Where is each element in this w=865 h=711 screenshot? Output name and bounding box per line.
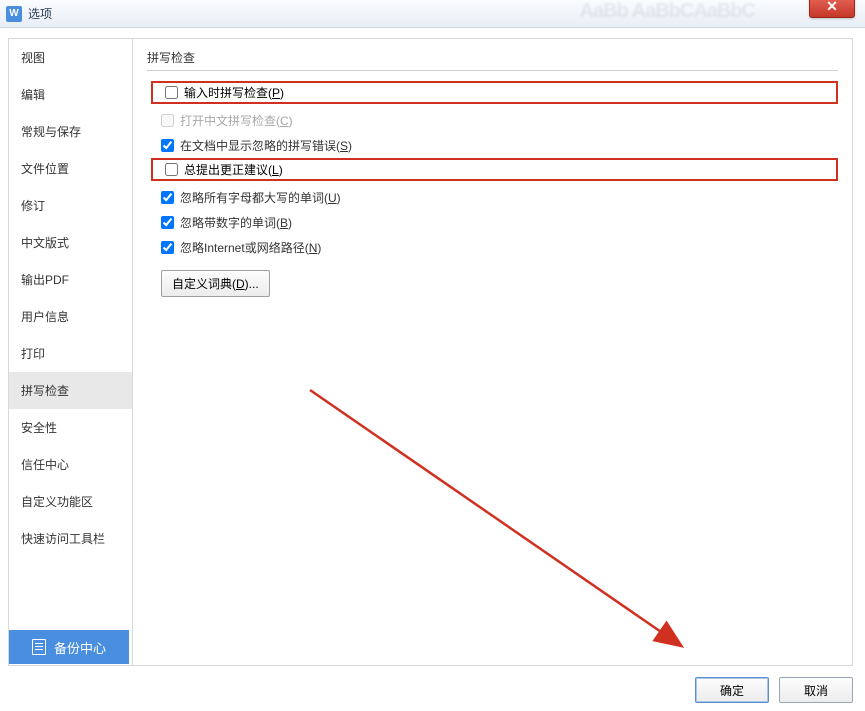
sidebar-item[interactable]: 常规与保存 xyxy=(9,113,132,150)
custom-dict-key: D xyxy=(236,277,245,291)
sidebar-item[interactable]: 打印 xyxy=(9,335,132,372)
sidebar-item[interactable]: 信任中心 xyxy=(9,446,132,483)
option-row: 总提出更正建议(L) xyxy=(151,158,838,181)
close-icon: ✕ xyxy=(826,0,838,15)
document-icon xyxy=(32,639,46,655)
option-checkbox[interactable] xyxy=(165,163,178,176)
sidebar-item[interactable]: 拼写检查 xyxy=(9,372,132,409)
option-label: 打开中文拼写检查(C) xyxy=(180,112,293,129)
option-checkbox[interactable] xyxy=(165,86,178,99)
background-style-text: AaBb AaBbCAaBbC xyxy=(580,0,755,23)
option-checkbox[interactable] xyxy=(161,216,174,229)
group-divider xyxy=(147,70,838,71)
option-label: 忽略带数字的单词(B) xyxy=(180,214,292,231)
options-list: 输入时拼写检查(P) 打开中文拼写检查(C) 在文档中显示忽略的拼写错误(S) 总提出… xyxy=(147,81,838,260)
option-row: 输入时拼写检查(P) xyxy=(151,81,838,104)
dialog-footer: 确定 取消 xyxy=(695,677,853,703)
option-row: 在文档中显示忽略的拼写错误(S) xyxy=(147,133,838,158)
sidebar-item[interactable]: 中文版式 xyxy=(9,224,132,261)
custom-dict-suffix: )... xyxy=(245,277,259,291)
backup-label: 备份中心 xyxy=(54,638,106,657)
sidebar-item[interactable]: 快速访问工具栏 xyxy=(9,520,132,557)
sidebar-item[interactable]: 安全性 xyxy=(9,409,132,446)
group-title: 拼写检查 xyxy=(147,49,838,66)
ok-button[interactable]: 确定 xyxy=(695,677,769,703)
option-checkbox[interactable] xyxy=(161,139,174,152)
sidebar-item[interactable]: 用户信息 xyxy=(9,298,132,335)
option-checkbox[interactable] xyxy=(161,241,174,254)
custom-dict-label: 自定义词典( xyxy=(172,277,236,291)
dialog-body: 视图编辑常规与保存文件位置修订中文版式输出PDF用户信息打印拼写检查安全性信任中… xyxy=(0,28,865,668)
backup-center-button[interactable]: 备份中心 xyxy=(9,630,129,664)
custom-dict-button[interactable]: 自定义词典(D)... xyxy=(161,270,270,297)
option-label: 总提出更正建议(L) xyxy=(184,161,283,178)
title-bar: W 选项 AaBb AaBbCAaBbC ✕ xyxy=(0,0,865,28)
option-label: 忽略Internet或网络路径(N) xyxy=(180,239,321,256)
option-row: 打开中文拼写检查(C) xyxy=(147,108,838,133)
window-title: 选项 xyxy=(28,5,52,22)
option-checkbox xyxy=(161,114,174,127)
option-label: 输入时拼写检查(P) xyxy=(184,84,284,101)
sidebar-item[interactable]: 编辑 xyxy=(9,76,132,113)
sidebar-item[interactable]: 输出PDF xyxy=(9,261,132,298)
sidebar-item[interactable]: 文件位置 xyxy=(9,150,132,187)
option-row: 忽略所有字母都大写的单词(U) xyxy=(147,185,838,210)
cancel-button[interactable]: 取消 xyxy=(779,677,853,703)
option-label: 忽略所有字母都大写的单词(U) xyxy=(180,189,341,206)
sidebar-item[interactable]: 自定义功能区 xyxy=(9,483,132,520)
option-label: 在文档中显示忽略的拼写错误(S) xyxy=(180,137,352,154)
sidebar-item[interactable]: 修订 xyxy=(9,187,132,224)
close-button[interactable]: ✕ xyxy=(809,0,855,18)
content-panel: 拼写检查 输入时拼写检查(P) 打开中文拼写检查(C) 在文档中显示忽略的拼写错误(… xyxy=(133,38,853,666)
option-row: 忽略带数字的单词(B) xyxy=(147,210,838,235)
option-checkbox[interactable] xyxy=(161,191,174,204)
sidebar-item[interactable]: 视图 xyxy=(9,39,132,76)
option-row: 忽略Internet或网络路径(N) xyxy=(147,235,838,260)
app-icon: W xyxy=(6,6,22,22)
sidebar: 视图编辑常规与保存文件位置修订中文版式输出PDF用户信息打印拼写检查安全性信任中… xyxy=(8,38,133,666)
